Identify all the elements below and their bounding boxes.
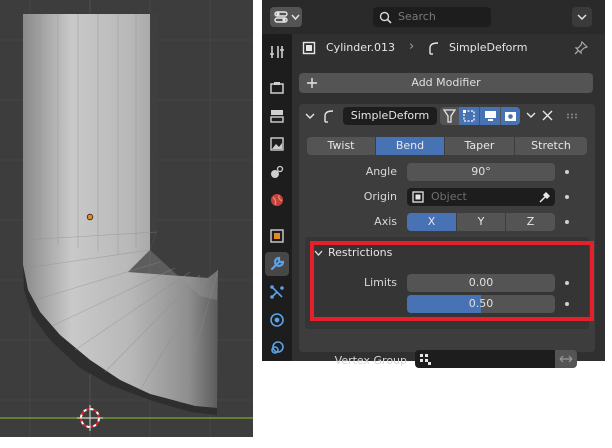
constraints-icon xyxy=(271,341,284,354)
object-icon xyxy=(270,229,284,243)
search-field[interactable]: Search xyxy=(373,7,491,27)
world-icon xyxy=(271,194,283,206)
viewport-canvas[interactable] xyxy=(0,0,253,437)
vertex-group-icon xyxy=(420,354,431,365)
eyedropper-icon[interactable] xyxy=(538,191,550,203)
tab-tool[interactable] xyxy=(265,40,289,64)
tab-render[interactable] xyxy=(265,76,289,100)
editor-type-button[interactable] xyxy=(270,7,302,27)
mode-bend-button[interactable]: Bend xyxy=(376,137,445,155)
scene-icon xyxy=(271,165,284,178)
modifier-wrench-icon xyxy=(270,256,285,271)
add-modifier-button[interactable]: Add Modifier xyxy=(299,73,593,93)
collapse-chevron-icon[interactable] xyxy=(305,112,315,120)
add-modifier-label: Add Modifier xyxy=(411,76,481,89)
mode-taper-button[interactable]: Taper xyxy=(445,137,515,155)
angle-field[interactable]: 90° xyxy=(407,163,555,181)
tool-icon xyxy=(270,46,284,58)
modifier-visibility-toggles xyxy=(440,107,520,125)
camera-icon xyxy=(505,112,516,121)
object-data-icon xyxy=(412,191,424,203)
tab-particles[interactable] xyxy=(265,280,289,304)
origin-placeholder: Object xyxy=(431,190,467,203)
axis-z-button[interactable]: Z xyxy=(506,213,555,231)
axis-selector: X Y Z xyxy=(407,213,555,231)
chevron-down-icon xyxy=(577,14,587,20)
axis-label: Axis xyxy=(374,215,397,228)
breadcrumb-modifier-name[interactable]: SimpleDeform xyxy=(449,41,527,54)
object-data-icon xyxy=(302,41,316,55)
deform-mode-selector: Twist Bend Taper Stretch xyxy=(307,137,587,155)
monitor-icon xyxy=(485,111,496,121)
origin-label: Origin xyxy=(363,190,397,203)
plus-icon xyxy=(307,78,317,88)
annotation-highlight-box xyxy=(310,241,594,321)
tab-scene[interactable] xyxy=(265,160,289,184)
mode-twist-button[interactable]: Twist xyxy=(307,137,376,155)
invert-arrows-icon xyxy=(559,355,573,363)
search-icon xyxy=(379,11,392,24)
edit-cage-toggle[interactable] xyxy=(440,107,458,125)
render-toggle[interactable] xyxy=(501,107,520,125)
object-origin-point[interactable] xyxy=(86,213,94,221)
chevron-down-icon xyxy=(291,14,300,21)
breadcrumb: Cylinder.013 › SimpleDeform xyxy=(292,34,605,62)
editor-type-icon xyxy=(274,11,288,23)
properties-header: Search xyxy=(262,0,605,34)
tab-physics[interactable] xyxy=(265,308,289,332)
tab-modifiers[interactable] xyxy=(265,252,289,276)
modifier-name-field[interactable]: SimpleDeform xyxy=(343,107,437,125)
vertex-group-field[interactable] xyxy=(415,350,555,368)
angle-label: Angle xyxy=(365,165,397,178)
vertex-group-label: Vertex Group xyxy=(334,354,407,367)
angle-keyframe-dot[interactable] xyxy=(565,170,569,174)
modifier-menu-chevron-icon[interactable] xyxy=(526,111,536,120)
invert-vertex-group-button[interactable] xyxy=(555,350,577,368)
axis-keyframe-dot[interactable] xyxy=(565,220,569,224)
breadcrumb-object-name[interactable]: Cylinder.013 xyxy=(326,41,395,54)
edit-mode-toggle[interactable] xyxy=(459,107,479,125)
properties-tabs xyxy=(262,34,292,361)
origin-object-field[interactable]: Object xyxy=(407,188,555,206)
axis-y-button[interactable]: Y xyxy=(457,213,506,231)
origin-keyframe-dot[interactable] xyxy=(565,195,569,199)
view-layer-icon xyxy=(270,137,284,151)
tab-world[interactable] xyxy=(265,188,289,212)
axis-x-button[interactable]: X xyxy=(407,213,457,231)
search-placeholder: Search xyxy=(398,10,436,23)
physics-icon xyxy=(270,313,284,327)
viewport-display-toggle[interactable] xyxy=(480,107,500,125)
mode-stretch-button[interactable]: Stretch xyxy=(515,137,587,155)
3d-viewport[interactable] xyxy=(0,0,253,437)
render-icon xyxy=(270,82,284,94)
output-icon xyxy=(270,110,284,123)
3d-cursor-icon[interactable] xyxy=(77,405,103,431)
options-dropdown-button[interactable] xyxy=(572,7,592,27)
drag-grip-icon[interactable] xyxy=(566,113,580,119)
tab-view-layer[interactable] xyxy=(265,132,289,156)
simple-deform-icon xyxy=(429,42,439,55)
simple-deform-icon xyxy=(324,110,334,123)
tab-object[interactable] xyxy=(265,224,289,248)
edit-mode-icon xyxy=(463,110,475,122)
particles-icon xyxy=(270,285,284,299)
breadcrumb-separator: › xyxy=(409,39,415,54)
edit-cage-icon xyxy=(443,109,456,123)
tab-output[interactable] xyxy=(265,104,289,128)
close-icon[interactable] xyxy=(542,110,553,121)
pin-icon[interactable] xyxy=(574,41,588,55)
tab-constraints[interactable] xyxy=(265,336,289,360)
bent-cylinder-mesh[interactable] xyxy=(22,14,219,415)
